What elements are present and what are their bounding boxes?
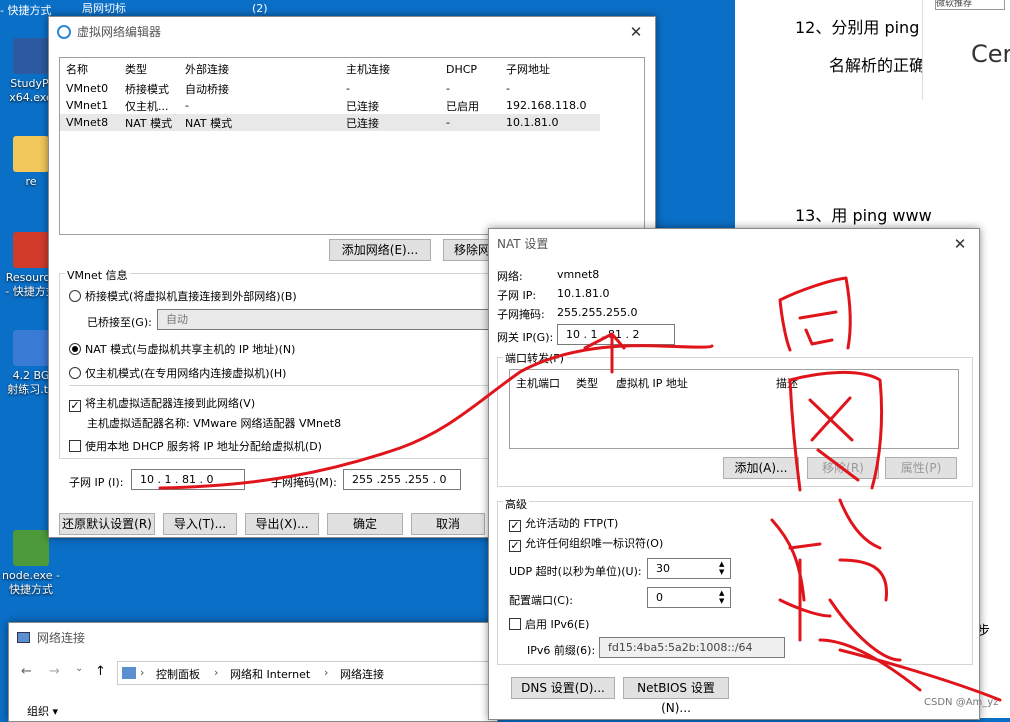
handwritten-annotation bbox=[158, 276, 1002, 702]
annotation-arrow-stroke bbox=[583, 332, 626, 374]
annotation-underline-stroke bbox=[158, 344, 714, 490]
annotation-char-wang bbox=[788, 371, 884, 492]
annotation-char-tong bbox=[778, 276, 852, 352]
annotation-char-duan bbox=[770, 498, 1002, 702]
